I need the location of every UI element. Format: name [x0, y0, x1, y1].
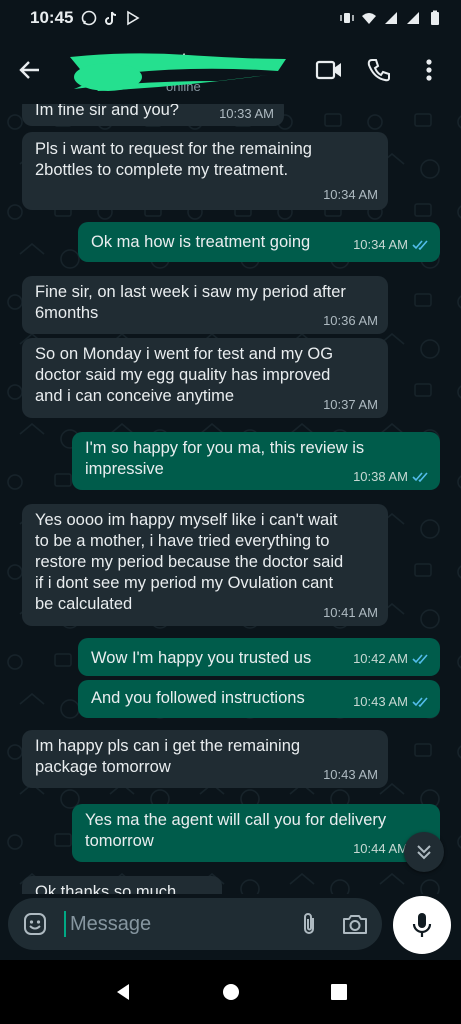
- nav-recents-button[interactable]: [325, 978, 353, 1006]
- message-time: 10:41 AM: [323, 605, 378, 620]
- message-input[interactable]: [68, 911, 272, 937]
- emoji-button[interactable]: [20, 909, 50, 939]
- back-arrow-icon: [19, 61, 39, 79]
- message-bubble-outgoing[interactable]: I'm so happy for you ma, this review is …: [72, 432, 440, 490]
- message-text: Ok thanks so much: [35, 883, 177, 894]
- mic-icon: [412, 913, 432, 937]
- message-meta: 10:34 AM: [323, 184, 378, 205]
- message-meta: 10:33 AM: [219, 104, 274, 124]
- message-time: 10:34 AM: [323, 187, 378, 202]
- message-time: 10:33 AM: [219, 106, 274, 121]
- read-ticks-icon: [412, 472, 428, 482]
- text-cursor: [64, 911, 66, 937]
- chat-header: ...ort... online: [0, 36, 461, 104]
- message-text: Pls i want to request for the remaining …: [35, 140, 312, 179]
- back-button[interactable]: [10, 50, 50, 90]
- message-text: Yes oooo im happy myself like i can't wa…: [35, 511, 344, 613]
- message-text: And you followed instructions: [91, 689, 305, 707]
- nav-home-button[interactable]: [217, 978, 245, 1006]
- message-meta: 10:42 AM: [353, 648, 430, 669]
- voice-call-button[interactable]: [363, 54, 395, 86]
- status-time: 10:45: [30, 8, 74, 27]
- double-chevron-down-icon: [417, 845, 431, 860]
- message-time: 10:43 AM: [353, 694, 408, 709]
- camera-icon: [343, 915, 367, 934]
- message-bubble-incoming[interactable]: Yes oooo im happy myself like i can't wa…: [22, 504, 388, 626]
- triangle-back-icon: [116, 984, 129, 1000]
- message-bubble-outgoing[interactable]: Yes ma the agent will call you for deliv…: [72, 804, 440, 862]
- status-bar: 10:45: [0, 0, 461, 36]
- attach-icon: [304, 913, 314, 934]
- system-navigation-bar: [0, 960, 461, 1024]
- message-meta: 10:34 AM: [353, 234, 430, 255]
- whatsapp-icon: [82, 10, 97, 26]
- message-text: Im happy pls can i get the remaining pac…: [35, 737, 301, 776]
- message-meta: 10:38 AM: [353, 466, 430, 487]
- wifi-icon: [362, 13, 376, 24]
- tiktok-icon: [105, 11, 117, 25]
- recents-square-icon: [330, 984, 347, 1000]
- play-store-icon: [127, 10, 141, 26]
- message-text: So on Monday i went for test and my OG d…: [35, 345, 334, 405]
- message-composer: [0, 894, 461, 960]
- read-ticks-icon: [412, 654, 428, 664]
- video-call-icon: [315, 60, 341, 80]
- message-time: 10:37 AM: [323, 397, 378, 412]
- read-ticks-icon: [412, 697, 428, 707]
- message-meta: 10:43 AM: [353, 691, 430, 712]
- message-bubble-outgoing[interactable]: Ok ma how is treatment going 10:34 AM: [78, 222, 440, 262]
- message-meta: 10:37 AM: [323, 394, 378, 415]
- message-meta: 10:41 AM: [323, 602, 378, 623]
- vibrate-icon: [340, 13, 354, 23]
- message-bubble-outgoing[interactable]: And you followed instructions 10:43 AM: [78, 680, 440, 718]
- message-text: I'm so happy for you ma, this review is …: [85, 439, 365, 478]
- message-bubble-incoming[interactable]: Pls i want to request for the remaining …: [22, 132, 388, 210]
- message-bubble-incoming[interactable]: Fine sir, on last week i saw my period a…: [22, 276, 388, 334]
- message-time: 10:34 AM: [353, 237, 408, 252]
- message-text: Wow I'm happy you trusted us: [91, 649, 312, 667]
- chat-area[interactable]: Im fine sir and you? 10:33 AM Pls i want…: [0, 104, 461, 894]
- signal-icon: [407, 12, 419, 24]
- battery-icon: [431, 10, 439, 25]
- message-text: Ok ma how is treatment going: [91, 233, 311, 251]
- voice-call-icon: [367, 59, 390, 82]
- message-bubble-incoming[interactable]: Im happy pls can i get the remaining pac…: [22, 730, 388, 788]
- message-meta: 10:36 AM: [323, 310, 378, 331]
- message-text: Yes ma the agent will call you for deliv…: [85, 811, 387, 850]
- video-call-button[interactable]: [313, 54, 345, 86]
- message-text: Fine sir, on last week i saw my period a…: [35, 283, 346, 322]
- redaction-scribble: [70, 53, 286, 91]
- message-bubble-outgoing[interactable]: Wow I'm happy you trusted us 10:42 AM: [78, 638, 440, 676]
- message-bubble-incoming[interactable]: Ok thanks so much: [22, 876, 222, 894]
- message-text: Im fine sir and you?: [35, 104, 179, 119]
- more-options-button[interactable]: [413, 54, 445, 86]
- attach-button[interactable]: [294, 909, 324, 939]
- message-time: 10:38 AM: [353, 469, 408, 484]
- emoji-icon: [24, 913, 46, 935]
- signal-icon: [385, 12, 397, 24]
- message-time: 10:36 AM: [323, 313, 378, 328]
- message-time: 10:43 AM: [323, 767, 378, 782]
- voice-message-button[interactable]: [393, 896, 451, 954]
- camera-button[interactable]: [340, 909, 370, 939]
- message-time: 10:42 AM: [353, 651, 408, 666]
- message-bubble-incoming[interactable]: So on Monday i went for test and my OG d…: [22, 338, 388, 418]
- nav-back-button[interactable]: [109, 978, 137, 1006]
- message-bubble-incoming[interactable]: Im fine sir and you? 10:33 AM: [22, 104, 284, 126]
- read-ticks-icon: [412, 240, 428, 250]
- contact-info[interactable]: ...ort... online: [56, 43, 286, 97]
- scroll-to-bottom-button[interactable]: [404, 832, 444, 872]
- more-options-icon: [426, 59, 432, 81]
- message-time: 10:44 AM: [353, 841, 408, 856]
- message-meta: 10:43 AM: [323, 764, 378, 785]
- message-input-box[interactable]: [8, 898, 382, 950]
- home-circle-icon: [222, 984, 239, 1000]
